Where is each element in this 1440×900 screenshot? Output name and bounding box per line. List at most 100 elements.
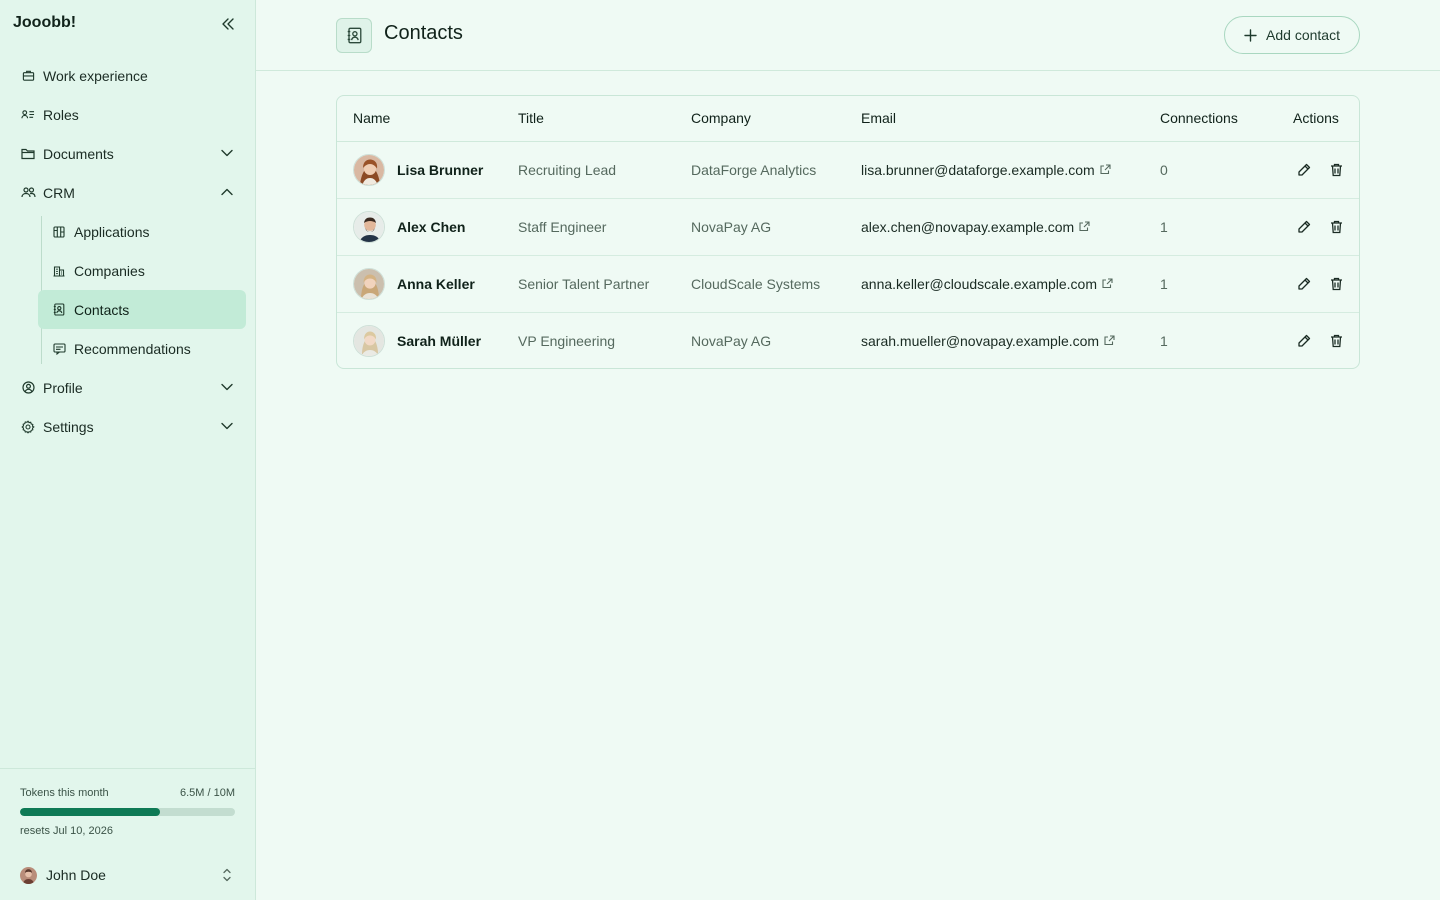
pencil-icon — [1298, 163, 1311, 176]
page-title: Contacts — [384, 22, 463, 44]
avatar — [353, 267, 385, 300]
external-link-icon — [1079, 221, 1090, 232]
briefcase-icon — [20, 68, 36, 84]
brand-logo: Jooobb! — [13, 14, 77, 31]
pencil-icon — [1298, 277, 1311, 290]
avatar — [20, 866, 37, 884]
tokens-row: Tokens this month 6.5M / 10M — [20, 787, 235, 799]
edit-button[interactable] — [1293, 159, 1315, 181]
sidebar-item-contacts[interactable]: Contacts — [38, 290, 246, 329]
delete-button[interactable] — [1325, 273, 1347, 295]
double-chevron-left-icon — [222, 18, 234, 30]
edit-button[interactable] — [1293, 273, 1315, 295]
column-header-connections[interactable]: Connections — [1160, 96, 1293, 142]
contact-name[interactable]: Sarah Müller — [397, 333, 481, 349]
sidebar-item-work-experience[interactable]: Work experience — [12, 56, 246, 95]
folder-icon — [20, 146, 36, 162]
user-menu[interactable]: John Doe — [20, 865, 235, 885]
email-text: alex.chen@novapay.example.com — [861, 218, 1075, 235]
sidebar-item-label: Documents — [43, 145, 114, 162]
external-link-icon — [1102, 278, 1113, 289]
sidebar-item-label: Work experience — [43, 67, 148, 84]
usage-panel: Tokens this month 6.5M / 10M resets Jul … — [0, 768, 255, 900]
table-row[interactable]: Alex Chen Staff Engineer NovaPay AG alex… — [337, 198, 1359, 255]
sidebar-item-label: Roles — [43, 106, 79, 123]
column-header-company[interactable]: Company — [691, 96, 861, 142]
chevron-down-icon — [220, 146, 234, 160]
sidebar-item-recommendations[interactable]: Recommendations — [38, 329, 246, 368]
avatar — [353, 324, 385, 357]
contact-book-icon — [51, 302, 67, 318]
sidebar-item-roles[interactable]: Roles — [12, 95, 246, 134]
trash-icon — [1330, 277, 1342, 290]
gear-icon — [20, 419, 36, 435]
contact-title: VP Engineering — [518, 332, 616, 349]
email-link[interactable]: alex.chen@novapay.example.com — [861, 219, 1090, 235]
contact-book-icon — [336, 18, 372, 53]
table-row[interactable]: Lisa Brunner Recruiting Lead DataForge A… — [337, 141, 1359, 198]
email-text: lisa.brunner@dataforge.example.com — [861, 161, 1095, 178]
collapse-sidebar-button[interactable] — [218, 14, 238, 34]
user-circle-icon — [20, 380, 36, 396]
trash-icon — [1330, 163, 1342, 176]
add-contact-button[interactable]: Add contact — [1224, 16, 1360, 54]
contact-company: CloudScale Systems — [691, 275, 821, 292]
sidebar-item-settings[interactable]: Settings — [12, 407, 246, 446]
user-name: John Doe — [46, 867, 106, 883]
contact-title: Senior Talent Partner — [518, 275, 650, 292]
users-icon — [20, 185, 36, 201]
contact-company: NovaPay AG — [691, 332, 772, 349]
chevron-down-icon — [220, 419, 234, 433]
delete-button[interactable] — [1325, 159, 1347, 181]
sidebar-item-label: Contacts — [74, 301, 130, 318]
add-contact-label: Add contact — [1266, 27, 1340, 43]
chevron-down-icon — [220, 380, 234, 394]
pencil-icon — [1298, 220, 1311, 233]
sidebar-item-profile[interactable]: Profile — [12, 368, 246, 407]
sidebar: Jooobb! Work experience Roles Documents — [0, 0, 256, 900]
delete-button[interactable] — [1325, 330, 1347, 352]
trash-icon — [1330, 220, 1342, 233]
crm-subnav: Applications Companies Contacts Recommen… — [38, 212, 246, 368]
email-link[interactable]: anna.keller@cloudscale.example.com — [861, 276, 1113, 292]
sidebar-item-applications[interactable]: Applications — [38, 212, 246, 251]
pencil-icon — [1298, 334, 1311, 347]
contact-company: NovaPay AG — [691, 218, 772, 235]
contact-connections: 1 — [1160, 332, 1168, 349]
edit-button[interactable] — [1293, 330, 1315, 352]
chevron-up-down-icon — [222, 867, 232, 886]
sidebar-item-companies[interactable]: Companies — [38, 251, 246, 290]
sidebar-item-label: Recommendations — [74, 340, 191, 357]
edit-button[interactable] — [1293, 216, 1315, 238]
delete-button[interactable] — [1325, 216, 1347, 238]
avatar — [353, 153, 385, 186]
contact-connections: 0 — [1160, 161, 1168, 178]
sidebar-item-crm[interactable]: CRM — [12, 173, 246, 212]
tokens-value: 6.5M / 10M — [179, 787, 235, 799]
sidebar-item-label: CRM — [43, 184, 75, 201]
sidebar-item-label: Profile — [43, 379, 83, 396]
contact-title: Staff Engineer — [518, 218, 607, 235]
contact-name[interactable]: Anna Keller — [397, 276, 475, 292]
email-link[interactable]: lisa.brunner@dataforge.example.com — [861, 162, 1111, 178]
column-header-name[interactable]: Name — [337, 96, 518, 142]
column-header-email[interactable]: Email — [861, 96, 1160, 142]
email-text: sarah.mueller@novapay.example.com — [861, 332, 1100, 349]
avatar — [353, 210, 385, 243]
table-row[interactable]: Sarah Müller VP Engineering NovaPay AG s… — [337, 312, 1359, 368]
contact-name[interactable]: Lisa Brunner — [397, 162, 483, 178]
sidebar-nav: Work experience Roles Documents CRM Appl… — [12, 56, 246, 446]
contact-name[interactable]: Alex Chen — [397, 219, 465, 235]
kanban-icon — [51, 224, 67, 240]
contact-connections: 1 — [1160, 218, 1168, 235]
contact-connections: 1 — [1160, 275, 1168, 292]
sidebar-item-label: Companies — [74, 262, 145, 279]
tokens-reset-text: resets Jul 10, 2026 — [20, 825, 113, 837]
roles-icon — [20, 107, 36, 123]
table-header-row: Name Title Company Email Connections Act… — [337, 96, 1359, 142]
column-header-actions: Actions — [1293, 96, 1359, 142]
sidebar-item-documents[interactable]: Documents — [12, 134, 246, 173]
email-link[interactable]: sarah.mueller@novapay.example.com — [861, 333, 1115, 349]
column-header-title[interactable]: Title — [518, 96, 691, 142]
table-row[interactable]: Anna Keller Senior Talent Partner CloudS… — [337, 255, 1359, 312]
